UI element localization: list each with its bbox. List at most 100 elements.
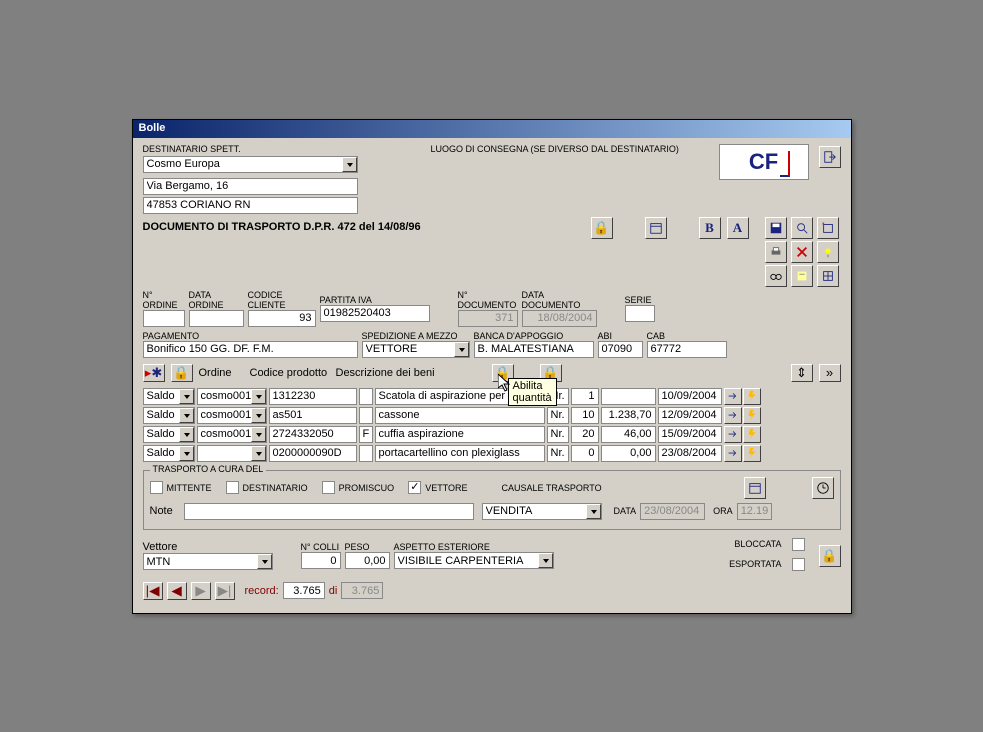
price-cell[interactable] bbox=[601, 407, 656, 424]
ordine-combo[interactable] bbox=[143, 445, 195, 462]
tip-button[interactable] bbox=[817, 241, 839, 263]
note-button[interactable] bbox=[791, 265, 813, 287]
bloccata-checkbox[interactable] bbox=[792, 538, 805, 551]
calendar-button-2[interactable] bbox=[744, 477, 766, 499]
nav-last-button[interactable]: ▶| bbox=[215, 582, 235, 600]
date-cell[interactable] bbox=[658, 426, 722, 443]
promiscuo-checkbox[interactable] bbox=[322, 481, 335, 494]
codicecliente-input[interactable] bbox=[248, 310, 316, 327]
nav-next-button[interactable]: ▶ bbox=[191, 582, 211, 600]
row-delete-button[interactable] bbox=[743, 445, 761, 462]
date-cell[interactable] bbox=[658, 407, 722, 424]
price-cell[interactable] bbox=[601, 445, 656, 462]
unit-cell[interactable] bbox=[547, 407, 569, 424]
vettore-checkbox[interactable] bbox=[408, 481, 421, 494]
lock-rows-button[interactable]: 🔒 bbox=[171, 364, 193, 382]
chevron-down-icon[interactable] bbox=[257, 554, 272, 569]
add-date-button[interactable]: * bbox=[817, 217, 839, 239]
print-button[interactable] bbox=[765, 241, 787, 263]
cliente-combo[interactable] bbox=[197, 407, 267, 424]
grid-button[interactable] bbox=[817, 265, 839, 287]
causale-combo[interactable] bbox=[482, 503, 602, 520]
nordine-input[interactable] bbox=[143, 310, 185, 327]
lock-button-2[interactable]: 🔒 bbox=[819, 545, 841, 567]
unit-cell[interactable] bbox=[547, 426, 569, 443]
preview-button[interactable] bbox=[791, 217, 813, 239]
record-current[interactable] bbox=[283, 582, 325, 599]
destinatario-combo[interactable] bbox=[143, 156, 358, 173]
ordine-combo[interactable] bbox=[143, 388, 195, 405]
delete-button[interactable] bbox=[791, 241, 813, 263]
spedizione-combo[interactable] bbox=[362, 341, 470, 358]
city-input[interactable] bbox=[143, 197, 358, 214]
qty-cell[interactable] bbox=[571, 445, 599, 462]
price-cell[interactable] bbox=[601, 388, 656, 405]
cliente-combo[interactable] bbox=[197, 426, 267, 443]
save-button[interactable] bbox=[765, 217, 787, 239]
serie-input[interactable] bbox=[625, 305, 655, 322]
destinatario-input[interactable] bbox=[143, 156, 358, 173]
row-delete-button[interactable] bbox=[743, 407, 761, 424]
chevron-down-icon[interactable] bbox=[586, 504, 601, 519]
vettore-input[interactable] bbox=[143, 553, 273, 570]
chevron-down-icon[interactable] bbox=[179, 389, 194, 404]
address-input[interactable] bbox=[143, 178, 358, 195]
flag-cell[interactable] bbox=[359, 407, 373, 424]
cliente-combo[interactable] bbox=[197, 445, 267, 462]
clock-button[interactable] bbox=[812, 477, 834, 499]
ordine-combo[interactable] bbox=[143, 407, 195, 424]
note-input[interactable] bbox=[184, 503, 474, 520]
qty-cell[interactable] bbox=[571, 426, 599, 443]
chevron-down-icon[interactable] bbox=[454, 342, 469, 357]
expand-button[interactable]: ⇕ bbox=[791, 364, 813, 382]
new-row-button[interactable]: ▸✱ bbox=[143, 364, 165, 382]
ordine-combo[interactable] bbox=[143, 426, 195, 443]
chevron-down-icon[interactable] bbox=[251, 427, 266, 442]
vettore-combo[interactable] bbox=[143, 553, 273, 570]
find-button[interactable] bbox=[765, 265, 787, 287]
flag-cell[interactable] bbox=[359, 426, 373, 443]
lock-button-1[interactable]: 🔒 bbox=[591, 217, 613, 239]
row-edit-button[interactable] bbox=[724, 407, 742, 424]
codice-cell[interactable] bbox=[269, 426, 357, 443]
next-page-button[interactable]: » bbox=[819, 364, 841, 382]
row-delete-button[interactable] bbox=[743, 388, 761, 405]
row-delete-button[interactable] bbox=[743, 426, 761, 443]
aspetto-input[interactable] bbox=[394, 552, 554, 569]
codice-cell[interactable] bbox=[269, 445, 357, 462]
price-cell[interactable] bbox=[601, 426, 656, 443]
causale-input[interactable] bbox=[482, 503, 602, 520]
chevron-down-icon[interactable] bbox=[179, 408, 194, 423]
flag-cell[interactable] bbox=[359, 388, 373, 405]
nav-prev-button[interactable]: ◀ bbox=[167, 582, 187, 600]
descrizione-cell[interactable] bbox=[375, 445, 545, 462]
row-edit-button[interactable] bbox=[724, 445, 742, 462]
chevron-down-icon[interactable] bbox=[179, 427, 194, 442]
bold-a-button[interactable]: A bbox=[727, 217, 749, 239]
codice-cell[interactable] bbox=[269, 388, 357, 405]
qty-cell[interactable] bbox=[571, 407, 599, 424]
date-cell[interactable] bbox=[658, 388, 722, 405]
row-edit-button[interactable] bbox=[724, 426, 742, 443]
flag-cell[interactable] bbox=[359, 445, 373, 462]
esportata-checkbox[interactable] bbox=[792, 558, 805, 571]
chevron-down-icon[interactable] bbox=[251, 408, 266, 423]
bold-b-button[interactable]: B bbox=[699, 217, 721, 239]
cab-input[interactable] bbox=[647, 341, 727, 358]
chevron-down-icon[interactable] bbox=[179, 446, 194, 461]
aspetto-combo[interactable] bbox=[394, 552, 554, 569]
mittente-checkbox[interactable] bbox=[150, 481, 163, 494]
chevron-down-icon[interactable] bbox=[251, 389, 266, 404]
cliente-combo[interactable] bbox=[197, 388, 267, 405]
abi-input[interactable] bbox=[598, 341, 643, 358]
date-cell[interactable] bbox=[658, 445, 722, 462]
qty-cell[interactable] bbox=[571, 388, 599, 405]
peso-input[interactable] bbox=[345, 552, 390, 569]
destinatario-checkbox[interactable] bbox=[226, 481, 239, 494]
descrizione-cell[interactable] bbox=[375, 426, 545, 443]
banca-input[interactable] bbox=[474, 341, 594, 358]
descrizione-cell[interactable] bbox=[375, 407, 545, 424]
codice-cell[interactable] bbox=[269, 407, 357, 424]
row-edit-button[interactable] bbox=[724, 388, 742, 405]
pagamento-input[interactable] bbox=[143, 341, 358, 358]
